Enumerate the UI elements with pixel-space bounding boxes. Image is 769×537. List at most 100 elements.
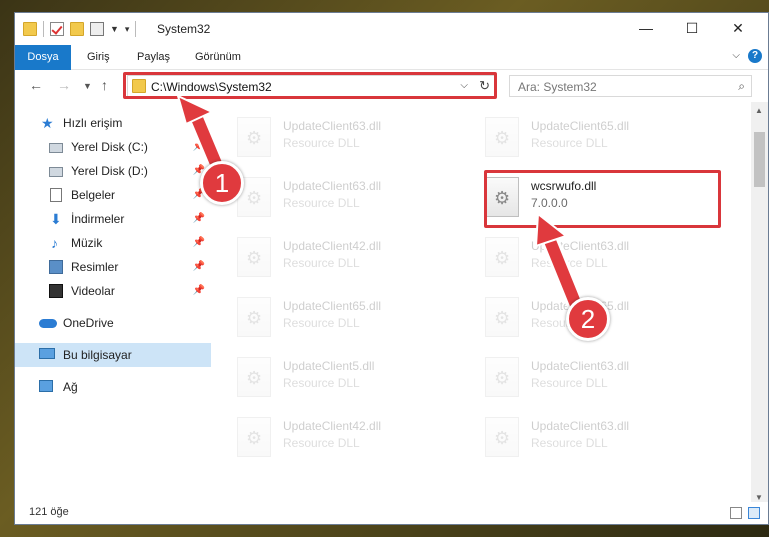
scroll-down-icon[interactable]: ▼ <box>755 493 763 502</box>
file-description: Resource DLL <box>531 136 608 150</box>
step-badge-1: 1 <box>200 161 244 205</box>
address-highlight-box <box>123 72 497 99</box>
nav-item-label: Yerel Disk (C:) <box>71 140 148 154</box>
file-item[interactable]: UpdateClient65.dll Resource DLL <box>225 289 465 345</box>
file-description: Resource DLL <box>531 436 608 450</box>
drive-icon <box>49 143 63 153</box>
dll-file-icon <box>485 417 519 457</box>
nav-item-label: Videolar <box>71 284 115 298</box>
details-view-icon[interactable] <box>730 507 742 519</box>
file-item[interactable]: UpdateClient5.dll Resource DLL <box>225 349 465 405</box>
file-description: Resource DLL <box>283 256 360 270</box>
nav-item-label: OneDrive <box>63 316 114 330</box>
vertical-scrollbar[interactable]: ▲ ▼ <box>751 102 768 506</box>
dll-file-icon <box>237 417 271 457</box>
properties-dropdown-icon[interactable]: ▼ <box>110 24 119 34</box>
nav-item-pictures[interactable]: Resimler 📌 <box>15 255 211 279</box>
pin-icon: 📌 <box>192 261 205 272</box>
scrollbar-thumb[interactable] <box>754 132 765 187</box>
maximize-button[interactable]: ☐ <box>669 13 715 43</box>
quick-access-toolbar: ▼ ▾ <box>23 21 137 37</box>
file-item[interactable]: UpdateClient63.dll Resource DLL <box>473 409 713 465</box>
file-item[interactable]: UpdateClient63.dll Resource DLL <box>225 109 465 165</box>
pin-icon: 📌 <box>192 285 205 296</box>
title-bar: ▼ ▾ System32 — ☐ ✕ <box>15 13 768 45</box>
nav-item-documents[interactable]: Belgeler 📌 <box>15 183 211 207</box>
tab-home[interactable]: Giriş <box>87 45 110 69</box>
nav-item-quick-access[interactable]: ★ Hızlı erişim <box>15 111 211 135</box>
file-explorer-window: ▼ ▾ System32 — ☐ ✕ Dosya Giriş Paylaş Gö… <box>14 12 769 525</box>
new-folder-icon[interactable] <box>70 22 84 36</box>
dll-file-icon <box>237 297 271 337</box>
minimize-button[interactable]: — <box>623 13 669 43</box>
dll-file-icon <box>237 237 271 277</box>
nav-item-network[interactable]: Ağ <box>15 375 211 399</box>
file-description: Resource DLL <box>283 436 360 450</box>
file-item[interactable]: UpdateClient42.dll Resource DLL <box>225 229 465 285</box>
nav-item-local-disk-d[interactable]: Yerel Disk (D:) 📌 <box>15 159 211 183</box>
recent-locations-icon[interactable]: ▼ <box>83 81 92 91</box>
file-item[interactable]: UpdateClient65.dll Resource DLL <box>473 109 713 165</box>
file-list: UpdateClient63.dll Resource DLL UpdateCl… <box>225 109 745 499</box>
scroll-up-icon[interactable]: ▲ <box>755 106 763 115</box>
dll-file-icon <box>237 357 271 397</box>
nav-item-label: Hızlı erişim <box>63 116 123 130</box>
videos-icon <box>49 284 63 298</box>
file-item[interactable]: UpdateClient42.dll Resource DLL <box>225 409 465 465</box>
up-arrow-icon[interactable]: ↑ <box>101 77 108 93</box>
file-description: Resource DLL <box>531 376 608 390</box>
help-icon[interactable]: ? <box>748 49 762 63</box>
pictures-icon <box>49 260 63 274</box>
properties-check-icon[interactable] <box>50 22 64 36</box>
file-description: Resource DLL <box>283 196 360 210</box>
file-name: UpdateClient5.dll <box>283 359 375 373</box>
search-icon[interactable]: ⌕ <box>738 79 745 94</box>
back-arrow-icon[interactable]: ← <box>29 77 43 93</box>
file-name: UpdateClient63.dll <box>531 419 630 433</box>
tab-view[interactable]: Görünüm <box>195 45 241 69</box>
file-description: Resource DLL <box>283 316 360 330</box>
dll-file-icon <box>485 117 519 157</box>
nav-item-local-disk-c[interactable]: Yerel Disk (C:) 📌 <box>15 135 211 159</box>
search-input[interactable]: Ara: System32 ⌕ <box>509 75 752 97</box>
file-description: Resource DLL <box>531 256 608 270</box>
navigation-pane: ★ Hızlı erişim Yerel Disk (C:) 📌 Yerel D… <box>15 109 211 494</box>
nav-item-downloads[interactable]: ⬇ İndirmeler 📌 <box>15 207 211 231</box>
nav-item-this-pc[interactable]: Bu bilgisayar <box>15 343 211 367</box>
star-icon: ★ <box>41 115 54 131</box>
folder-icon <box>23 22 37 36</box>
music-icon: ♪ <box>51 235 58 251</box>
pin-icon: 📌 <box>192 237 205 248</box>
file-item[interactable]: UpdateClient63.dll Resource DLL <box>225 169 465 225</box>
dll-file-icon <box>485 357 519 397</box>
documents-icon <box>50 188 62 202</box>
properties-icon[interactable] <box>90 22 104 36</box>
nav-item-label: Müzik <box>71 236 103 250</box>
tab-share[interactable]: Paylaş <box>137 45 170 69</box>
file-name: UpdateClient42.dll <box>283 419 382 433</box>
file-item[interactable]: UpdateClient63.dll Resource DLL <box>473 349 713 405</box>
nav-item-label: Resimler <box>71 260 119 274</box>
step-badge-2: 2 <box>566 297 610 341</box>
nav-item-music[interactable]: ♪ Müzik 📌 <box>15 231 211 255</box>
search-placeholder: Ara: System32 <box>518 80 597 94</box>
nav-item-label: İndirmeler <box>71 212 125 226</box>
customize-toolbar-icon[interactable]: ▾ <box>125 24 130 35</box>
file-name: UpdateClient65.dll <box>283 299 382 313</box>
expand-ribbon-icon[interactable]: ⌵ <box>732 50 740 61</box>
close-button[interactable]: ✕ <box>715 13 761 43</box>
dll-file-icon <box>485 297 519 337</box>
nav-item-label: Bu bilgisayar <box>63 348 132 362</box>
file-name: UpdateClient63.dll <box>283 179 382 193</box>
computer-icon <box>39 348 55 359</box>
nav-item-videos[interactable]: Videolar 📌 <box>15 279 211 303</box>
cloud-icon <box>39 319 57 328</box>
file-name: UpdateClient42.dll <box>283 239 382 253</box>
file-item[interactable]: UpdateClient63.dll Resource DLL <box>473 229 713 285</box>
dll-file-icon <box>237 117 271 157</box>
large-icons-view-icon[interactable] <box>748 507 760 519</box>
nav-item-onedrive[interactable]: OneDrive <box>15 311 211 335</box>
status-bar: 121 öğe <box>15 502 768 524</box>
pin-icon: 📌 <box>192 141 205 152</box>
forward-arrow-icon[interactable]: → <box>57 77 71 93</box>
